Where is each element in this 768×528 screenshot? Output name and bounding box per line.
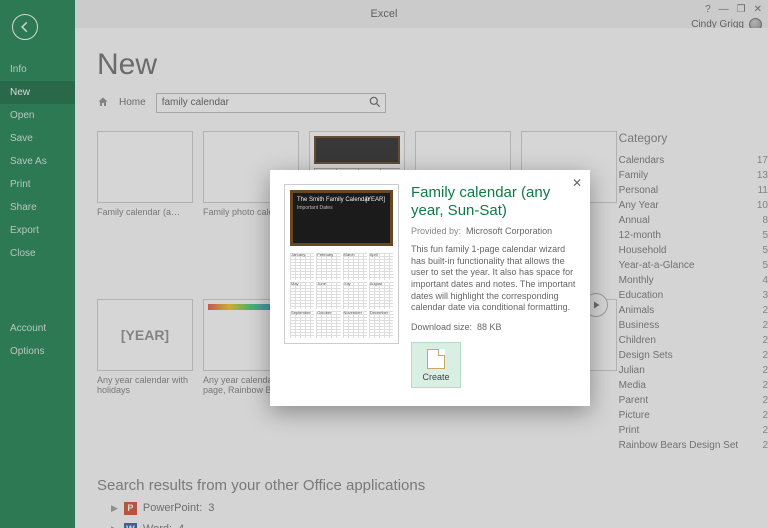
preview-month xyxy=(369,311,393,338)
preview-month xyxy=(290,311,314,338)
preview-month xyxy=(316,282,340,309)
template-detail-dialog: ✕ The Smith Family Calendar Important Da… xyxy=(270,170,590,406)
close-dialog-button[interactable]: ✕ xyxy=(572,176,582,190)
preview-title: The Smith Family Calendar xyxy=(297,197,370,203)
provided-by: Provided by: Microsoft Corporation xyxy=(411,226,576,236)
preview-month xyxy=(343,282,367,309)
preview-month xyxy=(343,311,367,338)
new-document-icon xyxy=(427,349,445,369)
preview-month xyxy=(369,282,393,309)
template-title: Family calendar (any year, Sun-Sat) xyxy=(411,184,576,220)
preview-month xyxy=(316,253,340,280)
app-root: Excel ? — ❐ ✕ Cindy Grigg Info New Open … xyxy=(0,0,768,528)
preview-year: [YEAR] xyxy=(365,197,385,203)
preview-month xyxy=(316,311,340,338)
preview-month xyxy=(343,253,367,280)
template-preview: The Smith Family Calendar Important Date… xyxy=(284,184,399,344)
template-info: Family calendar (any year, Sun-Sat) Prov… xyxy=(411,184,576,388)
preview-month xyxy=(290,253,314,280)
preview-month xyxy=(369,253,393,280)
download-size: Download size: 88 KB xyxy=(411,322,576,332)
template-description: This fun family 1-page calendar wizard h… xyxy=(411,244,576,314)
preview-subtitle: Important Dates xyxy=(297,205,333,211)
preview-month xyxy=(290,282,314,309)
create-button[interactable]: Create xyxy=(411,342,461,388)
